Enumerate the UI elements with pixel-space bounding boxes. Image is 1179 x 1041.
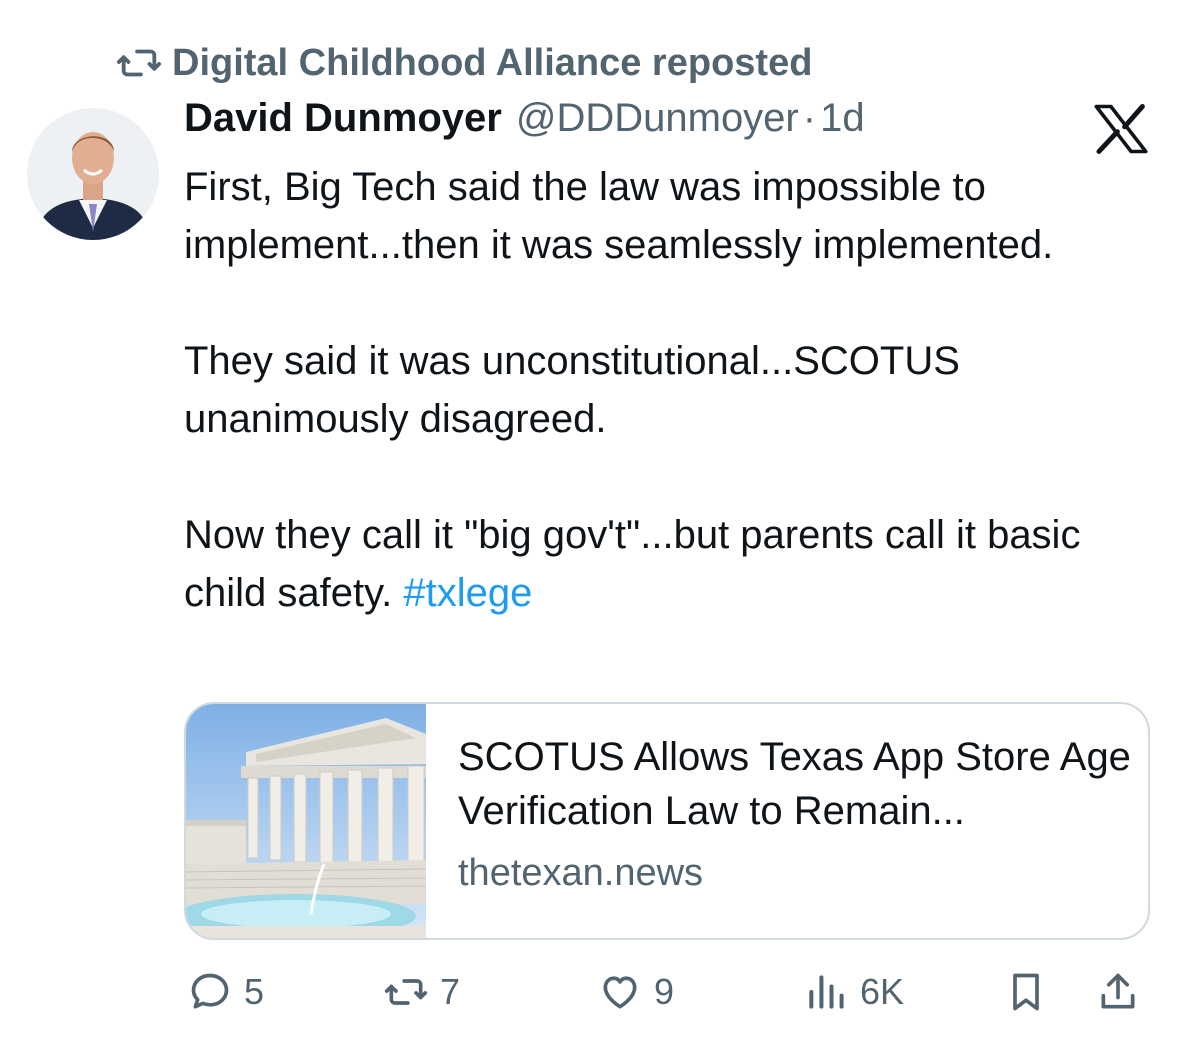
post-time[interactable]: 1d — [820, 96, 865, 141]
post-paragraph: They said it was unconstitutional...SCOT… — [184, 339, 960, 441]
repost-count: 7 — [440, 971, 461, 1012]
repost-button[interactable]: 7 — [384, 970, 460, 1014]
link-preview-card[interactable]: SCOTUS Allows Texas App Store Age Verifi… — [184, 702, 1150, 940]
reply-count: 5 — [244, 971, 265, 1012]
views-button[interactable]: 6K — [804, 970, 904, 1014]
link-preview-image — [186, 704, 426, 938]
link-preview-domain: thetexan.news — [458, 852, 704, 894]
hashtag-link[interactable]: #txlege — [403, 571, 532, 615]
view-count: 6K — [860, 971, 905, 1012]
heart-icon — [603, 976, 637, 1009]
reply-button[interactable]: 5 — [188, 970, 264, 1014]
post-header: David Dunmoyer @DDDunmoyer · 1d — [184, 96, 865, 141]
repost-context[interactable]: Digital Childhood Alliance reposted — [116, 40, 812, 86]
bookmark-button[interactable] — [1004, 970, 1048, 1014]
analytics-icon — [809, 975, 844, 1009]
separator-dot: · — [802, 96, 817, 140]
repost-label: Digital Childhood Alliance reposted — [172, 41, 813, 84]
post-paragraph-text: Now they call it "big gov't"...but paren… — [184, 513, 1081, 615]
x-logo-icon — [1094, 104, 1148, 154]
avatar[interactable] — [27, 108, 159, 240]
action-bar: 5 7 9 6K — [0, 960, 1179, 1030]
repost-icon — [116, 49, 162, 77]
repost-icon — [384, 979, 428, 1005]
author-name[interactable]: David Dunmoyer — [184, 96, 502, 141]
like-button[interactable]: 9 — [598, 970, 674, 1014]
link-preview-title: SCOTUS Allows Texas App Store Age Verifi… — [458, 735, 1131, 833]
share-icon — [1101, 973, 1135, 1009]
post-paragraph: First, Big Tech said the law was impossi… — [184, 165, 1054, 267]
like-count: 9 — [654, 971, 675, 1012]
bookmark-icon — [1013, 973, 1039, 1011]
post-paragraph: Now they call it "big gov't"...but paren… — [184, 506, 1144, 622]
share-button[interactable] — [1096, 970, 1140, 1014]
post-text: First, Big Tech said the law was impossi… — [184, 158, 1144, 622]
author-handle[interactable]: @DDDunmoyer — [516, 96, 799, 141]
reply-icon — [191, 973, 229, 1009]
